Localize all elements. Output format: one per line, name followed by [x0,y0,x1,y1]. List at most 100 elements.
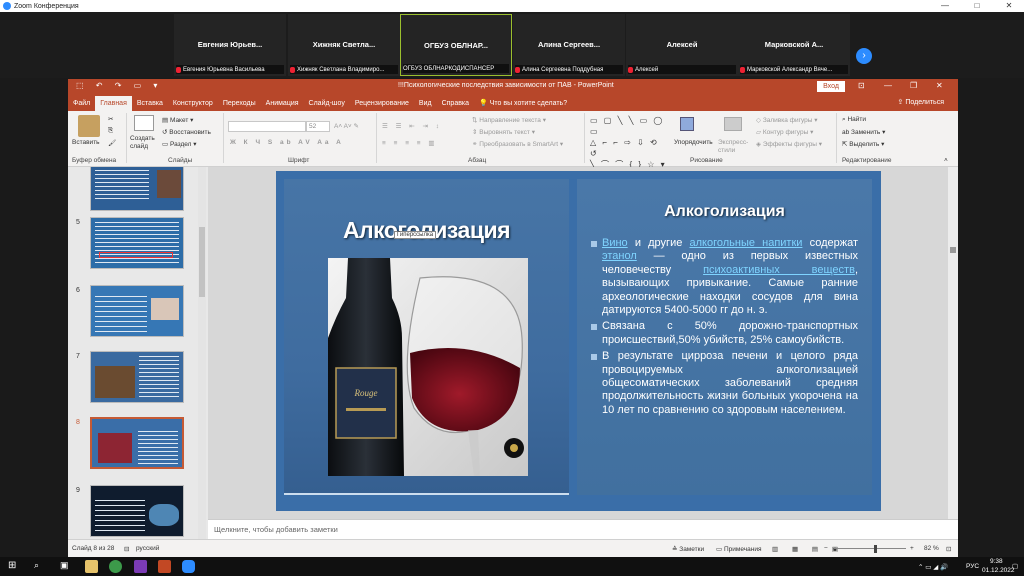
ppt-minimize-button[interactable]: — [884,81,892,90]
hyperlink-psychoactive[interactable]: психоактивных веществ [703,264,855,276]
participant-tile[interactable]: Марковской А... Марковской Александр Вяч… [738,14,850,76]
comments-toggle-button[interactable]: ▭ Примечания [716,545,761,553]
cut-icon[interactable]: ✂ [108,115,113,123]
view-buttons[interactable]: ▥ ▦ ▤ ▣ [772,545,844,553]
tray-icons[interactable]: ⌃ ▭ ◢ 🔊 [918,563,948,571]
align-icons[interactable]: ≡ ≡ ≡ ≡ ▥ [382,139,438,147]
ppt-close-button[interactable]: ✕ [936,81,943,90]
participant-tile[interactable]: Хижняк Светла... Хижняк Светлана Владими… [288,14,400,76]
next-participants-button[interactable]: › [856,48,872,64]
shape-fill-button[interactable]: ◇ Заливка фигуры ▾ [756,116,818,124]
replace-button[interactable]: ab Заменить ▾ [842,128,885,136]
zoom-in-button[interactable]: + [910,545,914,552]
font-size-input[interactable]: 52 [306,121,330,132]
minimize-button[interactable]: — [930,0,960,12]
tab-home[interactable]: Главная [95,96,132,111]
reset-button[interactable]: ↺ Восстановить [162,128,211,136]
tab-slideshow[interactable]: Слайд-шоу [304,96,350,111]
align-text-button[interactable]: ⇕ Выровнять текст ▾ [472,128,535,136]
wine-photo[interactable]: Rouge [328,258,528,476]
zoom-taskbar-icon[interactable] [182,560,195,573]
file-explorer-icon[interactable] [85,560,98,573]
slide-thumbnail-selected[interactable] [90,417,184,469]
slide-thumbnail[interactable] [90,485,184,537]
shapes-gallery[interactable]: ▭ ▢ ╲ ╲ ▭ ◯ ▭ △ ⌐ ⌐ ⇨ ⇩ ⟲ ↺ ╲ ⌒ ⌒ { } ☆ ▾ [590,115,668,169]
task-view-icon[interactable]: ▣ [60,560,69,571]
current-slide[interactable]: Алкоголизация Гиперссылка Rouge Алкоголи… [276,171,881,511]
find-button[interactable]: ⌕ Найти [842,116,866,124]
maximize-button[interactable]: □ [962,0,992,12]
quick-access-toolbar[interactable]: ⬚ ↶ ↷ ▭ ▾ [76,81,162,90]
tab-help[interactable]: Справка [437,96,474,111]
spellcheck-icon[interactable]: ⊟ [124,545,129,553]
editor-scrollbar[interactable] [948,167,958,519]
participant-tile[interactable]: Алексей Алексей [626,14,738,76]
language-indicator[interactable]: русский [136,545,159,552]
notes-toggle-button[interactable]: ≙ Заметки [672,545,704,553]
collapse-ribbon-icon[interactable]: ˄ [944,157,948,164]
zoom-out-button[interactable]: − [824,545,828,552]
powerpoint-taskbar-icon[interactable] [158,560,171,573]
slide-title-right[interactable]: Алкоголизация [577,203,872,221]
chrome-icon[interactable] [109,560,122,573]
thumbnails-scrollbar[interactable] [198,167,206,539]
smartart-button[interactable]: ⚭ Преобразовать в SmartArt ▾ [472,140,563,148]
shape-effects-button[interactable]: ◈ Эффекты фигуры ▾ [756,140,822,148]
copy-icon[interactable]: ⎘ [108,127,113,135]
share-button[interactable]: ⇪ Поделиться [898,98,944,106]
slide-bullets[interactable]: Вино и другие алкогольные напитки содерж… [591,237,858,420]
paragraph-group-label: Абзац [468,157,487,164]
input-language[interactable]: РУС [966,563,979,570]
font-format-icons[interactable]: Ж К Ч S ab AV Aa A [230,139,344,146]
tab-design[interactable]: Конструктор [168,96,218,111]
windows-start-icon[interactable]: ⊞ [8,560,16,571]
zoom-slider-thumb[interactable] [874,545,877,553]
fit-slide-icon[interactable]: ⊡ [946,545,951,553]
font-grow-shrink-icons[interactable]: A˄ A˅ ✎ [334,122,359,130]
slide-thumbnail[interactable] [90,285,184,337]
ribbon-display-icon[interactable]: ⊡ [858,81,865,90]
layout-button[interactable]: ▤ Макет ▾ [162,116,193,124]
zoom-level[interactable]: 82 % [924,545,939,552]
clock-time[interactable]: 9:38 [990,558,1003,565]
notifications-icon[interactable]: ▢ [1012,562,1018,570]
tab-transitions[interactable]: Переходы [218,96,261,111]
arrange-button[interactable]: Упорядочить [674,139,713,146]
close-button[interactable]: ✕ [994,0,1024,12]
sign-in-button[interactable]: Вход [817,81,845,92]
zoom-slider[interactable] [834,548,906,549]
tab-file[interactable]: Файл [68,96,95,111]
format-painter-icon[interactable]: 🖌 [108,139,116,147]
ppt-restore-button[interactable]: ❐ [910,81,917,90]
list-icons[interactable]: ☰ ☰ ⇤ ⇥ ↕ [382,122,442,130]
shape-outline-button[interactable]: ▱ Контур фигуры ▾ [756,128,813,136]
tab-animations[interactable]: Анимация [261,96,304,111]
app-icon[interactable] [134,560,147,573]
slide-thumbnail[interactable] [90,217,184,269]
replace-label: Заменить [851,129,881,136]
participant-tile[interactable]: Алина Сергеев... Алина Сергеевна Поддубн… [513,14,625,76]
font-name-input[interactable] [228,121,306,132]
hyperlink-wine[interactable]: Вино [602,237,628,249]
participant-tile-active-speaker[interactable]: ОГБУЗ ОБЛНАР... ОГБУЗ ОБЛНАРКОДИСПАНСЕР [400,14,512,76]
quick-styles-button[interactable]: Экспресс-стили [718,139,752,155]
tab-insert[interactable]: Вставка [132,96,168,111]
clock-date[interactable]: 01.12.2022 [982,567,1015,574]
slide-thumbnail[interactable] [90,167,184,211]
tab-view[interactable]: Вид [414,96,437,111]
select-button[interactable]: ⇱ Выделить ▾ [842,140,884,148]
hyperlink-ethanol[interactable]: этанол [602,250,637,262]
tab-review[interactable]: Рецензирование [350,96,414,111]
tell-me-search[interactable]: 💡 Что вы хотите сделать? [474,96,572,111]
participant-tile[interactable]: Евгения Юрьев... Евгения Юрьевна Василье… [174,14,286,76]
search-icon[interactable]: ⌕ [34,560,39,571]
slide-thumbnail[interactable] [90,351,184,403]
participant-name: Алексей [666,40,698,49]
section-button[interactable]: ▭ Раздел ▾ [162,140,197,148]
paste-button[interactable]: Вставить [72,139,100,146]
hyperlink-alcoholic-drinks[interactable]: алкогольные напитки [689,237,802,249]
new-slide-button[interactable]: Создать слайд [130,135,160,151]
windows-taskbar: ⊞ ⌕ ▣ ⌃ ▭ ◢ 🔊 РУС 9:38 01.12.2022 ▢ [0,557,1024,576]
text-direction-button[interactable]: ⇅ Направление текста ▾ [472,116,546,124]
notes-pane[interactable]: Щелкните, чтобы добавить заметки [208,519,958,539]
